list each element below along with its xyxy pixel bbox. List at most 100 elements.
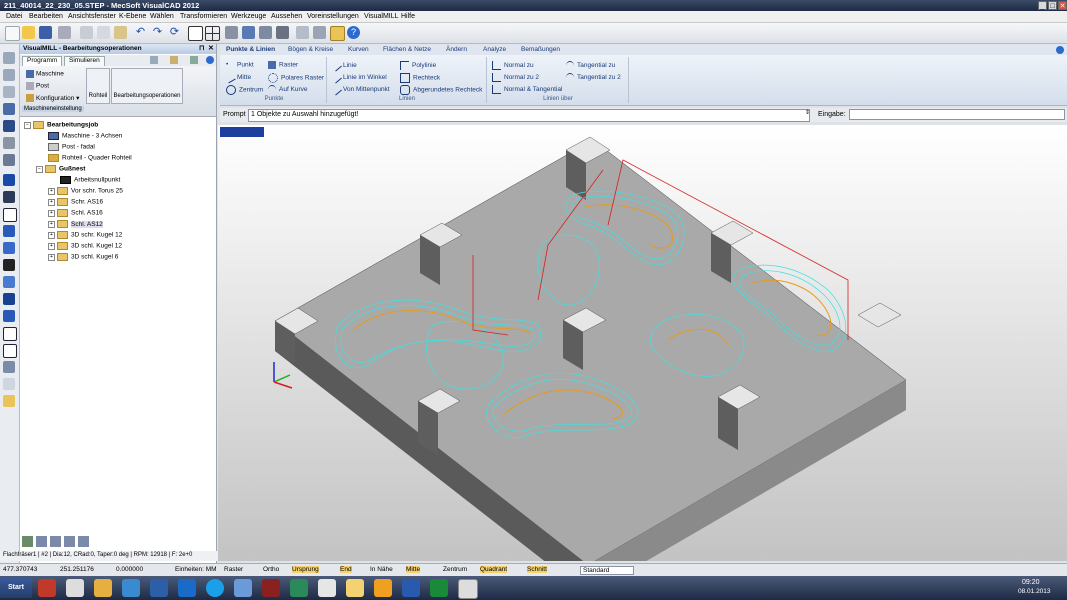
tab-kurven[interactable]: Kurven	[348, 46, 369, 53]
tab-flaechen-netze[interactable]: Flächen & Netze	[383, 46, 431, 53]
machine-button[interactable]: Maschine	[26, 70, 64, 78]
tree-item[interactable]: + Schl. AS16	[48, 209, 103, 217]
excel-icon[interactable]	[430, 579, 448, 597]
top-view-icon[interactable]	[3, 174, 15, 186]
polylinie-button[interactable]: Polylinie	[400, 61, 436, 70]
skype-icon[interactable]	[206, 579, 224, 597]
tree-item[interactable]: Rohteil - Quader Rohteil	[48, 154, 132, 162]
transform-icon[interactable]	[296, 26, 309, 39]
tab-bemassungen[interactable]: Bemaßungen	[521, 46, 560, 53]
pan-icon[interactable]	[3, 103, 15, 115]
paste-icon[interactable]	[114, 26, 127, 39]
app-icon[interactable]	[318, 579, 336, 597]
snap-mitte[interactable]: Mitte	[406, 566, 421, 573]
app-icon[interactable]	[262, 579, 280, 597]
ribbon-help-icon[interactable]	[1056, 46, 1064, 54]
shade-icon[interactable]	[225, 26, 238, 39]
layer-icon[interactable]	[3, 361, 15, 373]
shaded-icon[interactable]	[3, 293, 15, 305]
tree-item[interactable]: − Gußnest	[36, 165, 85, 173]
right-view-icon[interactable]	[3, 208, 17, 222]
redo-icon[interactable]: ↷	[151, 26, 164, 39]
cube-icon[interactable]	[3, 344, 17, 358]
tangential-zu-2-button[interactable]: Tangential zu 2	[566, 73, 621, 82]
zoom-window-icon[interactable]	[3, 86, 15, 98]
start-button[interactable]: Start	[0, 578, 32, 598]
zentrum-button[interactable]: Zentrum	[226, 85, 263, 95]
app-icon[interactable]	[290, 579, 308, 597]
snap-zentrum[interactable]: Zentrum	[443, 566, 467, 573]
panel-close-icon[interactable]: ✕	[208, 44, 214, 52]
menu-waehlen[interactable]: Wählen	[150, 13, 174, 20]
cut-icon[interactable]	[80, 26, 93, 39]
panel-help-icon[interactable]	[206, 56, 214, 64]
menu-bearbeiten[interactable]: Bearbeiten	[29, 13, 63, 20]
visualmill-icon[interactable]	[330, 26, 345, 41]
save-icon[interactable]	[39, 26, 52, 39]
panel-tool2-icon[interactable]	[170, 56, 178, 64]
folder-icon[interactable]	[346, 579, 364, 597]
back-view-icon[interactable]	[3, 242, 15, 254]
iso-view-icon[interactable]	[3, 225, 15, 237]
four-views-icon[interactable]	[205, 26, 220, 41]
menu-hilfe[interactable]: Hilfe	[401, 13, 415, 20]
zoom-in-icon[interactable]	[3, 69, 15, 81]
tree-item[interactable]: +3D schl. Kugel 12	[48, 242, 122, 250]
menu-werkzeuge[interactable]: Werkzeuge	[231, 13, 266, 20]
close-button[interactable]: ✕	[1058, 1, 1067, 10]
maximize-button[interactable]: □	[1048, 1, 1057, 10]
rohteil-button[interactable]: Rohteil	[86, 68, 110, 104]
auf-kurve-button[interactable]: Auf Kurve	[268, 85, 308, 94]
panel-bottom-icon[interactable]	[22, 536, 33, 547]
linie-button[interactable]: Linie	[330, 59, 357, 72]
tab-analyze[interactable]: Analyze	[483, 46, 506, 53]
solid-icon[interactable]	[259, 26, 272, 39]
prompt-scroll-icon[interactable]: ⇕	[805, 109, 810, 116]
tab-simulieren[interactable]: Simulieren	[64, 56, 105, 66]
app-icon[interactable]	[150, 579, 168, 597]
refresh-icon[interactable]: ⟳	[168, 26, 181, 39]
ops-button[interactable]: Bearbeitungsoperationen	[111, 68, 183, 104]
tree-item[interactable]: +3D schl. Kugel 6	[48, 253, 118, 261]
normal-tangential-button[interactable]: Normal & Tangential	[492, 85, 562, 94]
menu-aussehen[interactable]: Aussehen	[271, 13, 302, 20]
app-icon[interactable]	[178, 579, 196, 597]
tab-programm[interactable]: Programm	[22, 56, 63, 66]
normal-zu-button[interactable]: Normal zu	[492, 61, 534, 70]
normal-zu-2-button[interactable]: Normal zu 2	[492, 73, 539, 82]
snap-schnitt[interactable]: Schnitt	[527, 566, 547, 573]
settings-icon[interactable]	[313, 26, 326, 39]
measure-icon[interactable]	[3, 378, 15, 390]
tree-item[interactable]: +3D schr. Kugel 12	[48, 231, 122, 239]
layer-select[interactable]: Standard	[580, 566, 634, 575]
snap-raster[interactable]: Raster	[224, 566, 243, 573]
polares-raster-button[interactable]: Polares Raster	[268, 73, 324, 83]
panel-bottom-icon[interactable]	[50, 536, 61, 547]
panel-bottom-icon[interactable]	[36, 536, 47, 547]
menu-visualmill[interactable]: VisualMILL	[364, 13, 399, 20]
tab-punkte-linien[interactable]: Punkte & Linien	[226, 46, 275, 53]
tab-aendern[interactable]: Ändern	[446, 46, 467, 53]
post-button[interactable]: Post	[26, 82, 49, 90]
menu-ansichtsfenster[interactable]: Ansichtsfenster	[68, 13, 116, 20]
snap-ortho[interactable]: Ortho	[263, 566, 279, 573]
rotate-icon[interactable]	[3, 120, 15, 132]
panel-tool-icon[interactable]	[150, 56, 158, 64]
snap-quadrant[interactable]: Quadrant	[480, 566, 508, 573]
axis-icon[interactable]	[3, 395, 15, 407]
punkt-button[interactable]: • Punkt	[226, 61, 254, 69]
abgerundetes-rechteck-button[interactable]: Abgerundetes Rechteck	[400, 85, 482, 95]
copy-icon[interactable]	[97, 26, 110, 39]
wireframe-icon[interactable]	[3, 310, 15, 322]
menu-transformieren[interactable]: Transformieren	[180, 13, 227, 20]
undo-icon[interactable]: ↶	[134, 26, 147, 39]
tree-item[interactable]: Arbeitsnullpunkt	[60, 176, 120, 184]
app-icon[interactable]	[38, 579, 56, 597]
snap-in-naehe[interactable]: In Nähe	[370, 566, 393, 573]
linie-im-winkel-button[interactable]: Linie im Winkel	[330, 71, 387, 84]
print-icon[interactable]	[58, 26, 71, 39]
app-icon[interactable]	[374, 579, 392, 597]
tree-item[interactable]: Post - fadal	[48, 143, 95, 151]
open-folder-icon[interactable]	[22, 26, 35, 39]
mitte-button[interactable]: Mitte	[224, 71, 251, 84]
